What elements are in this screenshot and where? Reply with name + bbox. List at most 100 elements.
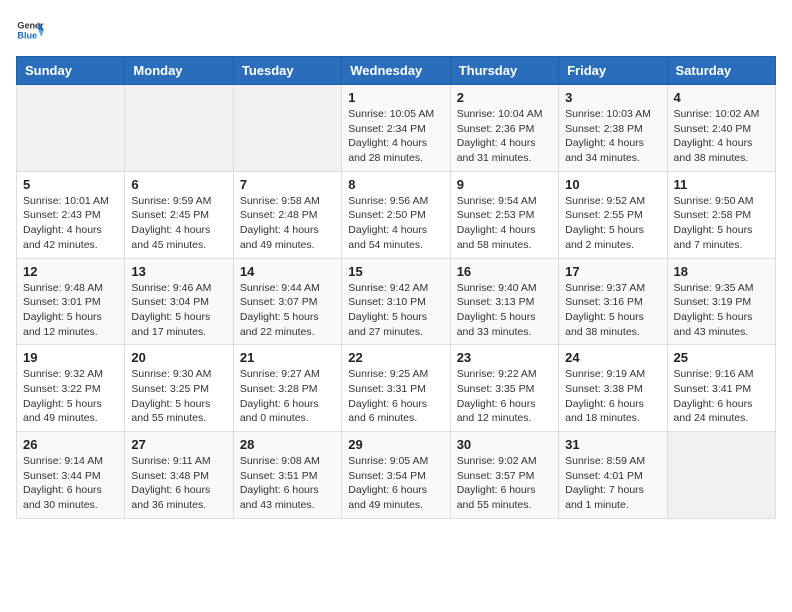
calendar-cell: 19Sunrise: 9:32 AM Sunset: 3:22 PM Dayli… [17, 345, 125, 432]
calendar-cell: 5 Sunrise: 10:01 AM Sunset: 2:43 PM Dayli… [17, 171, 125, 258]
calendar-cell: 28 Sunrise: 9:08 AM Sunset: 3:51 PM Dayli… [233, 432, 341, 519]
day-number: 26 [23, 437, 118, 452]
day-number: 4 [674, 90, 769, 105]
calendar-cell: 4 Sunrise: 10:02 AM Sunset: 2:40 PM Dayli… [667, 85, 775, 172]
weekday-header-saturday: Saturday [667, 57, 775, 85]
day-info: Sunrise: 9:11 AM Sunset: 3:48 PM Dayligh… [131, 454, 226, 513]
day-info: Sunrise: 9:46 AM Sunset: 3:04 PM Dayligh… [131, 281, 226, 340]
day-info: Sunrise: 9:54 AM Sunset: 2:53 PM Dayligh… [457, 194, 552, 253]
day-number: 8 [348, 177, 443, 192]
logo: General Blue [16, 16, 48, 44]
weekday-header-row: SundayMondayTuesdayWednesdayThursdayFrid… [17, 57, 776, 85]
day-info: Sunrise: 8:59 AM Sunset: 4:01 PM Dayligh… [565, 454, 660, 513]
day-info: Sunrise: 9:59 AM Sunset: 2:45 PM Dayligh… [131, 194, 226, 253]
day-info: Sunrise: 10:01 AM Sunset: 2:43 PM Daylig… [23, 194, 118, 253]
day-number: 12 [23, 264, 118, 279]
day-number: 7 [240, 177, 335, 192]
weekday-header-wednesday: Wednesday [342, 57, 450, 85]
day-number: 30 [457, 437, 552, 452]
calendar-cell: 11 Sunrise: 9:50 AM Sunset: 2:58 PM Dayli… [667, 171, 775, 258]
calendar-cell: 15 Sunrise: 9:42 AM Sunset: 3:10 PM Dayli… [342, 258, 450, 345]
calendar-cell: 13Sunrise: 9:46 AM Sunset: 3:04 PM Dayli… [125, 258, 233, 345]
calendar-cell: 30 Sunrise: 9:02 AM Sunset: 3:57 PM Dayli… [450, 432, 558, 519]
day-info: Sunrise: 9:32 AM Sunset: 3:22 PM Dayligh… [23, 367, 118, 426]
calendar-cell: 27Sunrise: 9:11 AM Sunset: 3:48 PM Dayli… [125, 432, 233, 519]
day-info: Sunrise: 9:19 AM Sunset: 3:38 PM Dayligh… [565, 367, 660, 426]
day-info: Sunrise: 9:42 AM Sunset: 3:10 PM Dayligh… [348, 281, 443, 340]
day-number: 2 [457, 90, 552, 105]
calendar-cell: 3Sunrise: 10:03 AM Sunset: 2:38 PM Dayli… [559, 85, 667, 172]
day-number: 24 [565, 350, 660, 365]
calendar-cell: 29Sunrise: 9:05 AM Sunset: 3:54 PM Dayli… [342, 432, 450, 519]
weekday-header-sunday: Sunday [17, 57, 125, 85]
day-info: Sunrise: 9:37 AM Sunset: 3:16 PM Dayligh… [565, 281, 660, 340]
weekday-header-monday: Monday [125, 57, 233, 85]
day-info: Sunrise: 9:14 AM Sunset: 3:44 PM Dayligh… [23, 454, 118, 513]
day-info: Sunrise: 9:58 AM Sunset: 2:48 PM Dayligh… [240, 194, 335, 253]
day-number: 20 [131, 350, 226, 365]
calendar-cell: 25Sunrise: 9:16 AM Sunset: 3:41 PM Dayli… [667, 345, 775, 432]
day-info: Sunrise: 9:35 AM Sunset: 3:19 PM Dayligh… [674, 281, 769, 340]
day-info: Sunrise: 9:02 AM Sunset: 3:57 PM Dayligh… [457, 454, 552, 513]
day-number: 14 [240, 264, 335, 279]
day-number: 16 [457, 264, 552, 279]
day-info: Sunrise: 9:25 AM Sunset: 3:31 PM Dayligh… [348, 367, 443, 426]
calendar-week-1: 1 Sunrise: 10:05 AM Sunset: 2:34 PM Dayli… [17, 85, 776, 172]
calendar-week-3: 12 Sunrise: 9:48 AM Sunset: 3:01 PM Dayli… [17, 258, 776, 345]
weekday-header-thursday: Thursday [450, 57, 558, 85]
calendar-cell: 21 Sunrise: 9:27 AM Sunset: 3:28 PM Dayli… [233, 345, 341, 432]
calendar-cell: 22Sunrise: 9:25 AM Sunset: 3:31 PM Dayli… [342, 345, 450, 432]
day-info: Sunrise: 9:44 AM Sunset: 3:07 PM Dayligh… [240, 281, 335, 340]
calendar-cell: 6 Sunrise: 9:59 AM Sunset: 2:45 PM Daylig… [125, 171, 233, 258]
day-number: 18 [674, 264, 769, 279]
calendar-cell: 7 Sunrise: 9:58 AM Sunset: 2:48 PM Daylig… [233, 171, 341, 258]
calendar-week-4: 19Sunrise: 9:32 AM Sunset: 3:22 PM Dayli… [17, 345, 776, 432]
day-number: 9 [457, 177, 552, 192]
day-info: Sunrise: 9:30 AM Sunset: 3:25 PM Dayligh… [131, 367, 226, 426]
day-number: 21 [240, 350, 335, 365]
day-info: Sunrise: 9:08 AM Sunset: 3:51 PM Dayligh… [240, 454, 335, 513]
calendar-cell: 10Sunrise: 9:52 AM Sunset: 2:55 PM Dayli… [559, 171, 667, 258]
calendar-week-5: 26 Sunrise: 9:14 AM Sunset: 3:44 PM Dayli… [17, 432, 776, 519]
calendar-cell [667, 432, 775, 519]
calendar-cell: 1 Sunrise: 10:05 AM Sunset: 2:34 PM Dayli… [342, 85, 450, 172]
calendar-table: SundayMondayTuesdayWednesdayThursdayFrid… [16, 56, 776, 519]
calendar-week-2: 5 Sunrise: 10:01 AM Sunset: 2:43 PM Dayli… [17, 171, 776, 258]
day-info: Sunrise: 9:27 AM Sunset: 3:28 PM Dayligh… [240, 367, 335, 426]
page-header: General Blue [16, 16, 776, 44]
calendar-cell: 24 Sunrise: 9:19 AM Sunset: 3:38 PM Dayli… [559, 345, 667, 432]
calendar-cell: 14 Sunrise: 9:44 AM Sunset: 3:07 PM Dayli… [233, 258, 341, 345]
calendar-cell: 17 Sunrise: 9:37 AM Sunset: 3:16 PM Dayli… [559, 258, 667, 345]
calendar-cell [125, 85, 233, 172]
day-number: 5 [23, 177, 118, 192]
day-number: 31 [565, 437, 660, 452]
calendar-cell: 2 Sunrise: 10:04 AM Sunset: 2:36 PM Dayli… [450, 85, 558, 172]
calendar-cell: 31 Sunrise: 8:59 AM Sunset: 4:01 PM Dayli… [559, 432, 667, 519]
day-info: Sunrise: 10:04 AM Sunset: 2:36 PM Daylig… [457, 107, 552, 166]
day-info: Sunrise: 9:50 AM Sunset: 2:58 PM Dayligh… [674, 194, 769, 253]
day-info: Sunrise: 9:48 AM Sunset: 3:01 PM Dayligh… [23, 281, 118, 340]
day-info: Sunrise: 9:40 AM Sunset: 3:13 PM Dayligh… [457, 281, 552, 340]
day-number: 11 [674, 177, 769, 192]
day-info: Sunrise: 10:05 AM Sunset: 2:34 PM Daylig… [348, 107, 443, 166]
day-info: Sunrise: 10:02 AM Sunset: 2:40 PM Daylig… [674, 107, 769, 166]
day-number: 15 [348, 264, 443, 279]
calendar-cell [17, 85, 125, 172]
calendar-cell [233, 85, 341, 172]
svg-text:Blue: Blue [17, 30, 37, 40]
calendar-cell: 20 Sunrise: 9:30 AM Sunset: 3:25 PM Dayli… [125, 345, 233, 432]
day-number: 28 [240, 437, 335, 452]
day-number: 6 [131, 177, 226, 192]
weekday-header-friday: Friday [559, 57, 667, 85]
calendar-cell: 12 Sunrise: 9:48 AM Sunset: 3:01 PM Dayli… [17, 258, 125, 345]
day-info: Sunrise: 9:16 AM Sunset: 3:41 PM Dayligh… [674, 367, 769, 426]
day-number: 10 [565, 177, 660, 192]
day-number: 29 [348, 437, 443, 452]
calendar-cell: 26 Sunrise: 9:14 AM Sunset: 3:44 PM Dayli… [17, 432, 125, 519]
calendar-cell: 23Sunrise: 9:22 AM Sunset: 3:35 PM Dayli… [450, 345, 558, 432]
day-info: Sunrise: 10:03 AM Sunset: 2:38 PM Daylig… [565, 107, 660, 166]
day-info: Sunrise: 9:56 AM Sunset: 2:50 PM Dayligh… [348, 194, 443, 253]
day-number: 17 [565, 264, 660, 279]
day-number: 1 [348, 90, 443, 105]
calendar-cell: 16 Sunrise: 9:40 AM Sunset: 3:13 PM Dayli… [450, 258, 558, 345]
